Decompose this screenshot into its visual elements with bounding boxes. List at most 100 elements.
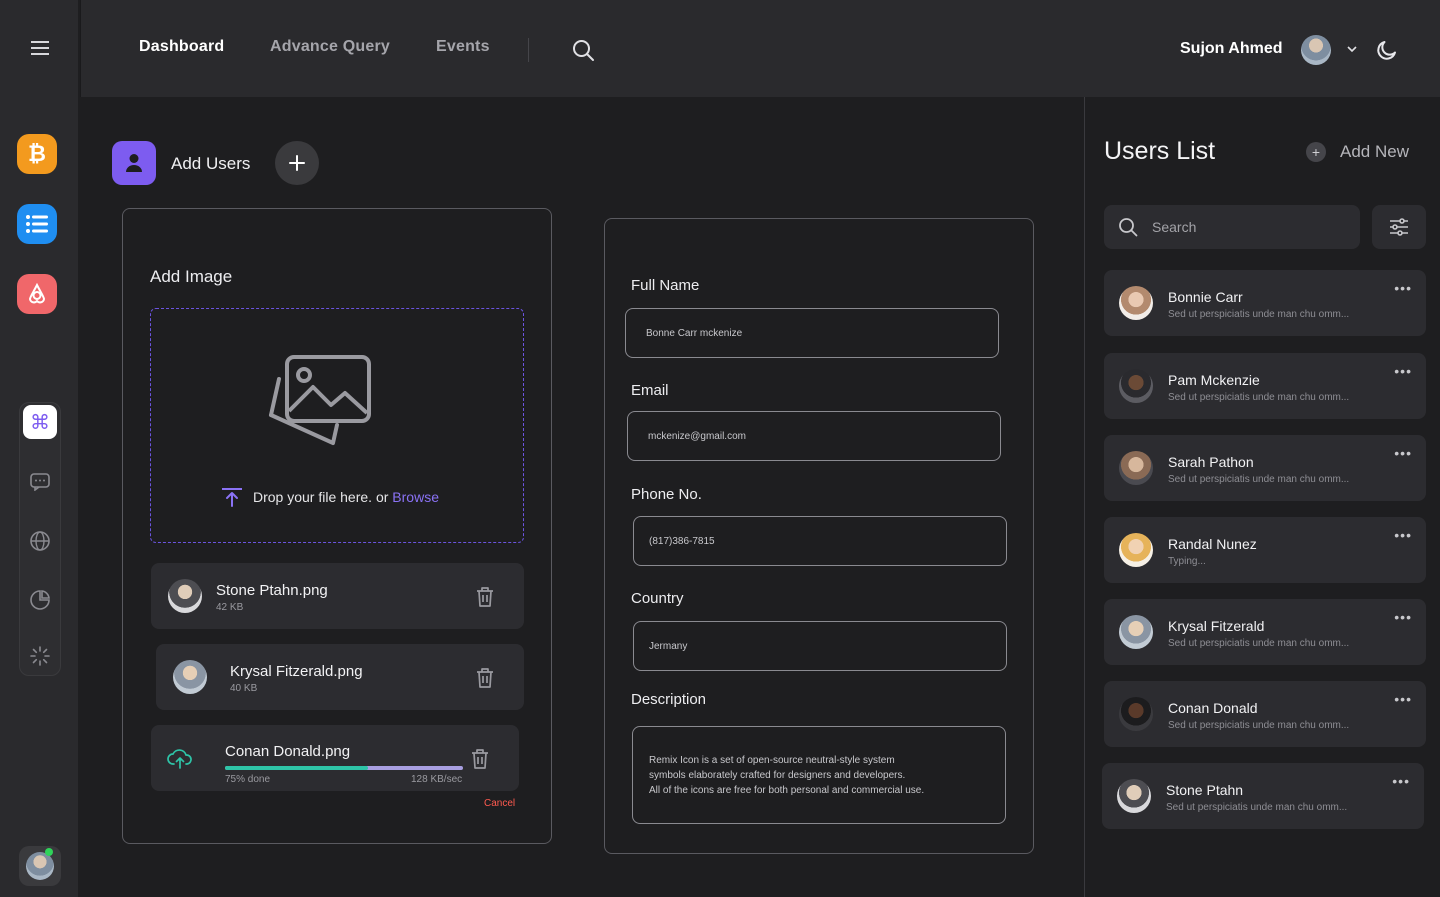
profile-button[interactable] bbox=[19, 846, 61, 886]
user-list-item[interactable]: Conan Donald Sed ut perspiciatis unde ma… bbox=[1104, 681, 1426, 747]
list-icon bbox=[26, 215, 48, 233]
trash-icon[interactable] bbox=[470, 748, 490, 775]
user-list-item[interactable]: Randal Nunez Typing... ••• bbox=[1104, 517, 1426, 583]
trash-icon[interactable] bbox=[475, 667, 495, 694]
drop-zone[interactable]: Drop your file here. or Browse bbox=[150, 308, 524, 543]
avatar bbox=[26, 852, 54, 880]
user-message: Sed ut perspiciatis unde man chu omm... bbox=[1168, 638, 1350, 649]
add-new-label: Add New bbox=[1340, 142, 1409, 161]
nav-advance-query[interactable]: Advance Query bbox=[270, 38, 390, 56]
country-field[interactable]: Jermany bbox=[633, 621, 1007, 671]
file-size: 40 KB bbox=[230, 683, 258, 694]
nav-divider bbox=[528, 38, 529, 62]
avatar bbox=[1119, 451, 1153, 485]
plus-icon bbox=[289, 155, 305, 171]
user-list-item[interactable]: Stone Ptahn Sed ut perspiciatis unde man… bbox=[1102, 763, 1424, 829]
user-icon bbox=[126, 154, 142, 172]
avatar bbox=[1119, 369, 1153, 403]
bitcoin-app-button[interactable]: ₿ bbox=[17, 134, 57, 174]
user-list-item[interactable]: Bonnie Carr Sed ut perspiciatis unde man… bbox=[1104, 270, 1426, 336]
globe-button[interactable] bbox=[23, 524, 57, 558]
avatar bbox=[1119, 533, 1153, 567]
airbnb-icon bbox=[28, 283, 46, 304]
upload-progress-fill bbox=[225, 766, 368, 770]
upload-icon bbox=[222, 488, 242, 507]
user-name: Sarah Pathon bbox=[1168, 454, 1254, 470]
file-avatar bbox=[168, 579, 202, 613]
command-button[interactable]: ⌘ bbox=[23, 405, 57, 439]
user-message: Sed ut perspiciatis unde man chu omm... bbox=[1168, 720, 1350, 731]
user-list-item[interactable]: Sarah Pathon Sed ut perspiciatis unde ma… bbox=[1104, 435, 1426, 501]
trash-icon[interactable] bbox=[475, 586, 495, 613]
chevron-down-icon[interactable] bbox=[1347, 40, 1357, 58]
loader-button[interactable] bbox=[23, 639, 57, 673]
user-message: Sed ut perspiciatis unde man chu omm... bbox=[1166, 802, 1348, 813]
more-icon[interactable]: ••• bbox=[1394, 527, 1412, 543]
more-icon[interactable]: ••• bbox=[1394, 280, 1412, 296]
more-icon[interactable]: ••• bbox=[1394, 691, 1412, 707]
more-icon[interactable]: ••• bbox=[1394, 363, 1412, 379]
moon-icon[interactable] bbox=[1375, 38, 1399, 67]
upload-speed: 128 KB/sec bbox=[411, 774, 463, 785]
nav-events[interactable]: Events bbox=[436, 38, 490, 56]
file-item: Stone Ptahn.png 42 KB bbox=[151, 563, 524, 629]
user-name: Randal Nunez bbox=[1168, 536, 1257, 552]
drop-text: Drop your file here. or bbox=[253, 489, 389, 505]
user-name: Pam Mckenzie bbox=[1168, 372, 1260, 388]
filter-button[interactable] bbox=[1372, 205, 1426, 249]
phone-label: Phone No. bbox=[631, 486, 702, 503]
chat-icon bbox=[30, 473, 50, 491]
pie-chart-icon bbox=[30, 590, 50, 610]
list-app-button[interactable] bbox=[17, 204, 57, 244]
search-placeholder: Search bbox=[1152, 219, 1197, 235]
more-icon[interactable]: ••• bbox=[1394, 445, 1412, 461]
plus-icon: + bbox=[1306, 142, 1326, 162]
users-list-title: Users List bbox=[1104, 137, 1216, 165]
drop-instructions: Drop your file here. or Browse bbox=[221, 487, 439, 507]
search-icon bbox=[1119, 218, 1138, 237]
user-message: Sed ut perspiciatis unde man chu omm... bbox=[1168, 392, 1350, 403]
avatar bbox=[1117, 779, 1151, 813]
user-name[interactable]: Sujon Ahmed bbox=[1180, 40, 1283, 58]
email-field[interactable]: mckenize@gmail.com bbox=[627, 411, 1001, 461]
user-name: Krysal Fitzerald bbox=[1168, 618, 1265, 634]
file-name: Conan Donald.png bbox=[225, 743, 351, 760]
file-size: 42 KB bbox=[216, 602, 244, 613]
add-image-title: Add Image bbox=[150, 267, 233, 286]
chat-button[interactable] bbox=[23, 465, 57, 499]
left-rail: ₿ ⌘ bbox=[0, 0, 78, 897]
phone-field[interactable]: (817)386-7815 bbox=[633, 516, 1007, 566]
more-icon[interactable]: ••• bbox=[1392, 773, 1410, 789]
description-label: Description bbox=[631, 691, 707, 708]
add-user-button[interactable] bbox=[275, 141, 319, 185]
airbnb-app-button[interactable] bbox=[17, 274, 57, 314]
add-new-button[interactable]: + Add New bbox=[1306, 142, 1409, 162]
add-users-title: Add Users bbox=[171, 154, 251, 173]
user-name: Conan Donald bbox=[1168, 700, 1258, 716]
cancel-upload-link[interactable]: Cancel bbox=[484, 798, 515, 809]
user-search-input[interactable]: Search bbox=[1104, 205, 1360, 249]
description-field[interactable]: Remix Icon is a set of open-source neutr… bbox=[632, 726, 1006, 824]
user-name: Stone Ptahn bbox=[1166, 782, 1244, 798]
browse-link[interactable]: Browse bbox=[392, 489, 439, 505]
bitcoin-icon: ₿ bbox=[28, 142, 46, 167]
nav-dashboard[interactable]: Dashboard bbox=[139, 38, 224, 56]
user-message: Sed ut perspiciatis unde man chu omm... bbox=[1168, 474, 1350, 485]
upload-cloud-icon bbox=[167, 747, 193, 774]
menu-icon[interactable] bbox=[22, 34, 58, 62]
file-name: Krysal Fitzerald.png bbox=[230, 663, 363, 680]
email-label: Email bbox=[631, 382, 669, 399]
more-icon[interactable]: ••• bbox=[1394, 609, 1412, 625]
avatar bbox=[1119, 615, 1153, 649]
full-name-field[interactable]: Bonne Carr mckenize bbox=[625, 308, 999, 358]
add-users-badge bbox=[112, 141, 156, 185]
globe-icon bbox=[30, 531, 50, 551]
top-bar: Dashboard Advance Query Events Sujon Ahm… bbox=[80, 0, 1440, 97]
avatar bbox=[1119, 286, 1153, 320]
user-list-item[interactable]: Krysal Fitzerald Sed ut perspiciatis und… bbox=[1104, 599, 1426, 665]
chart-button[interactable] bbox=[23, 583, 57, 617]
user-list-item[interactable]: Pam Mckenzie Sed ut perspiciatis unde ma… bbox=[1104, 353, 1426, 419]
upload-progress-bar bbox=[225, 766, 463, 770]
user-avatar[interactable] bbox=[1301, 35, 1331, 65]
search-icon[interactable] bbox=[571, 38, 595, 67]
